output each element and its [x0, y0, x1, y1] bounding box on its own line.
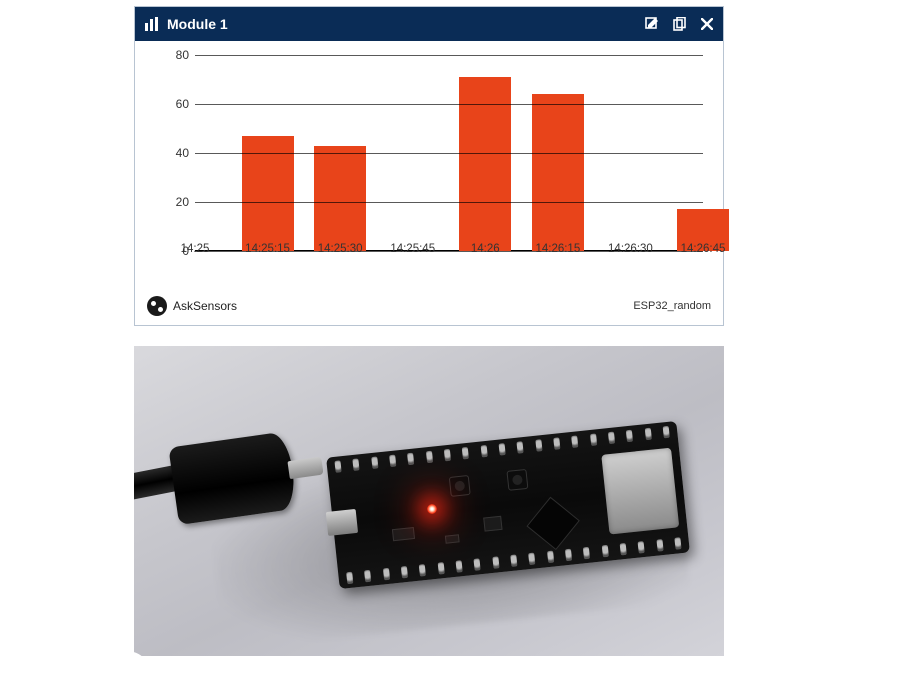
board-button [449, 475, 471, 497]
y-tick-label: 20 [163, 195, 189, 209]
x-tick-label: 14:26:30 [608, 243, 653, 255]
chart-title-wrap: Module 1 [145, 16, 645, 32]
x-axis-labels: 14:2514:25:1514:25:3014:25:4514:2614:26:… [195, 243, 703, 259]
stage: Module 1 [128, 0, 772, 674]
x-tick-label: 14:25:45 [390, 243, 435, 255]
x-tick-label: 14:25:30 [318, 243, 363, 255]
edit-icon[interactable] [645, 17, 659, 31]
close-icon[interactable] [701, 18, 713, 30]
asksensors-logo-icon [147, 296, 167, 316]
chart-title: Module 1 [167, 16, 228, 32]
gridline [195, 104, 703, 105]
bar-chart-icon [145, 17, 161, 31]
chart-header: Module 1 [135, 7, 723, 41]
smd-component [392, 527, 415, 541]
corner-mask [749, 651, 772, 674]
chart-bar [314, 146, 366, 251]
chart-plot: 020406080 [195, 55, 703, 251]
gridline [195, 55, 703, 56]
copy-icon[interactable] [673, 17, 687, 31]
chart-body: 020406080 14:25 14:25:15 14:25:30 14:25:45 1… [135, 41, 723, 287]
chart-widget: Module 1 [134, 6, 724, 326]
y-tick-label: 60 [163, 97, 189, 111]
y-tick-label: 80 [163, 48, 189, 62]
brand-label: AskSensors [173, 299, 237, 313]
micro-usb-port [326, 509, 358, 536]
gridline [195, 153, 703, 154]
board-photo [134, 346, 724, 656]
brand: AskSensors [147, 296, 633, 316]
gridline [195, 202, 703, 203]
smd-component [483, 516, 502, 532]
device-label: ESP32_random [633, 300, 711, 312]
chart-actions [645, 17, 713, 31]
y-tick-label: 40 [163, 146, 189, 160]
x-tick-label: 14:26 [471, 243, 500, 255]
chart-bar [532, 94, 584, 251]
rf-shield [601, 448, 679, 535]
x-tick-label: 14:26:15 [535, 243, 580, 255]
smd-component [445, 534, 460, 543]
chart-footer: AskSensors ESP32_random [135, 287, 723, 325]
x-tick-label: 14:25:15 [245, 243, 290, 255]
x-tick-label: 14:26:45 [681, 243, 726, 255]
x-tick-label: 14:25 [181, 243, 210, 255]
board-button [506, 469, 528, 491]
